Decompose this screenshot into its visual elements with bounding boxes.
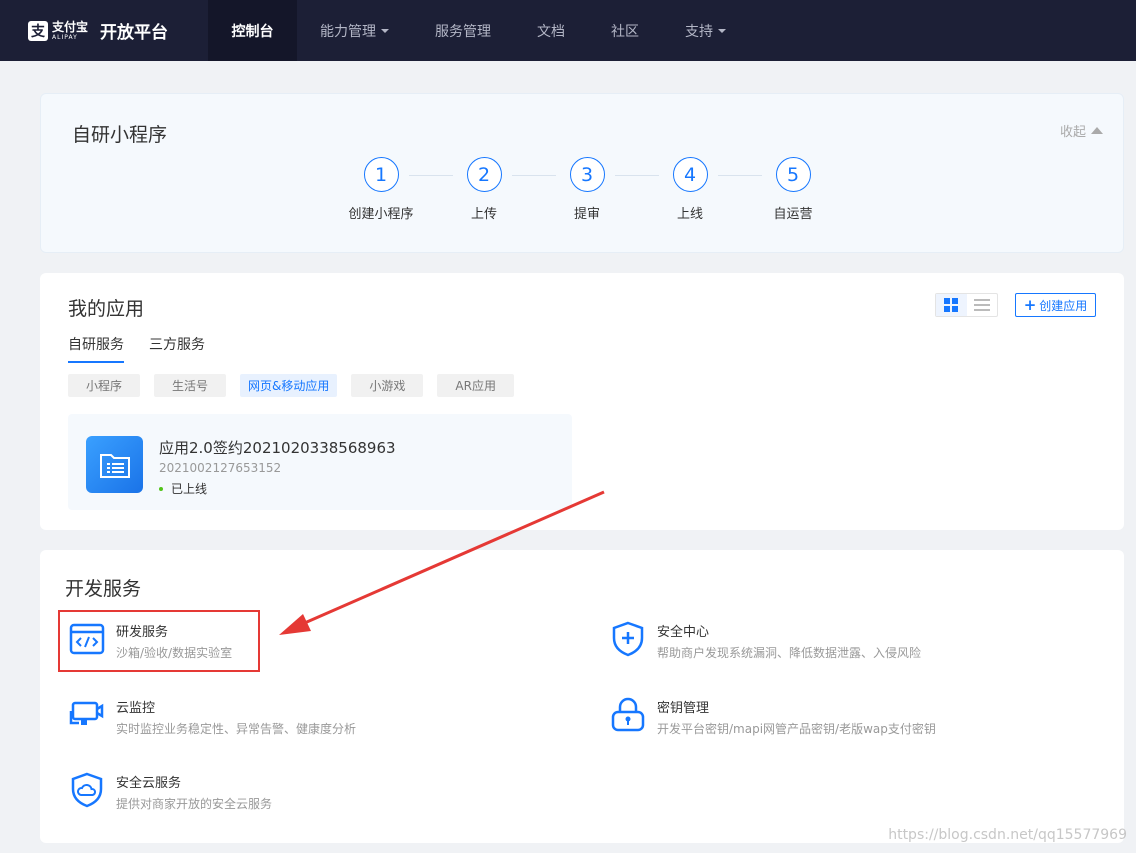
nav-label: 文档 [537,23,565,40]
service-name: 安全云服务 [116,776,182,791]
collapse-label: 收起 [1059,125,1086,140]
nav-label: 控制台 [231,23,274,40]
step-label: 上传 [470,207,497,222]
nav-label: 社区 [611,23,639,40]
nav-label: 服务管理 [435,23,491,40]
filter-mini-game[interactable]: 小游戏 [351,374,424,397]
step-number: 1 [363,157,399,192]
step-create: 1 创建小程序 [336,157,426,222]
collapse-button[interactable]: 收起 [1060,121,1103,140]
service-name: 密钥管理 [657,701,710,716]
nav-item-support[interactable]: 支持 [662,0,749,61]
platform-title: 开放平台 [100,23,169,43]
watermark: https://blog.csdn.net/qq15577969 [888,827,1127,843]
app-card[interactable]: 应用2.0签约2021020338568963 2021002127653152… [68,414,572,510]
grid-view-button[interactable] [936,294,967,316]
my-apps-card: 我的应用 + 创建应用 自研服务 三方服务 小程序 生活号 网页&移动应用 小游… [40,273,1124,530]
shield-plus-icon [612,621,644,657]
grid-icon [944,298,959,312]
step-upload: 2 上传 [439,157,529,222]
step-label: 提审 [573,207,600,222]
app-id: 2021002127653152 [159,461,282,475]
step-number: 4 [672,157,708,192]
mini-program-steps-card: 自研小程序 收起 1 创建小程序 2 上传 3 提审 4 上线 5 自运营 [40,93,1124,253]
shield-cloud-icon [71,772,103,808]
service-desc: 开发平台密钥/mapi网管产品密钥/老版wap支付密钥 [657,722,936,736]
steps-title: 自研小程序 [72,124,168,146]
nav-label: 能力管理 [320,23,376,40]
filter-ar-app[interactable]: AR应用 [437,374,514,397]
nav-item-community[interactable]: 社区 [588,0,662,61]
logo-en: ALIPAY [52,33,78,41]
list-icon [973,299,990,311]
service-key-management[interactable]: 密钥管理 开发平台密钥/mapi网管产品密钥/老版wap支付密钥 [610,697,1010,737]
service-desc: 帮助商户发现系统漏洞、降低数据泄露、入侵风险 [657,646,922,660]
tab-self-developed[interactable]: 自研服务 [68,334,124,363]
create-app-button[interactable]: + 创建应用 [1015,293,1096,317]
nav-label: 支持 [685,23,713,40]
step-number: 5 [775,157,811,192]
create-app-label: 创建应用 [1039,298,1088,313]
app-type-filters: 小程序 生活号 网页&移动应用 小游戏 AR应用 [68,374,528,397]
step-number: 2 [466,157,502,192]
filter-web-mobile[interactable]: 网页&移动应用 [240,374,338,397]
step-label: 创建小程序 [348,207,414,222]
nav-item-console[interactable]: 控制台 [208,0,297,61]
service-name: 云监控 [116,701,156,716]
service-security-center[interactable]: 安全中心 帮助商户发现系统漏洞、降低数据泄露、入侵风险 [610,621,1010,661]
service-name: 安全中心 [657,625,710,640]
step-operate: 5 自运营 [748,157,838,222]
service-desc: 实时监控业务稳定性、异常告警、健康度分析 [116,722,357,736]
list-view-button[interactable] [967,294,998,316]
nav-item-capability[interactable]: 能力管理 [297,0,412,61]
dev-services-card: 开发服务 研发服务 沙箱/验收/数据实验室 安全中心 帮助商户发现系统漏洞、降低… [40,550,1124,843]
plus-icon: + [1023,296,1037,314]
filter-life-account[interactable]: 生活号 [154,374,227,397]
app-name: 应用2.0签约2021020338568963 [159,439,396,457]
service-desc: 提供对商家开放的安全云服务 [116,797,273,811]
nav-item-docs[interactable]: 文档 [514,0,588,61]
step-review: 3 提审 [542,157,632,222]
caret-down-icon [718,28,726,33]
alipay-logo-icon: 支 [28,20,48,41]
app-tabs: 自研服务 三方服务 [68,334,230,363]
app-status: 已上线 [159,480,207,497]
app-folder-icon [86,436,143,493]
caret-up-icon [1091,127,1103,134]
step-online: 4 上线 [645,157,735,222]
apps-title: 我的应用 [68,298,145,320]
status-dot-icon [159,486,163,491]
brand[interactable]: 支 支付宝 ALIPAY 开放平台 [0,0,208,61]
caret-down-icon [381,28,389,33]
service-cloud-monitor[interactable]: 云监控 实时监控业务稳定性、异常告警、健康度分析 [69,697,469,737]
tab-third-party[interactable]: 三方服务 [149,334,205,363]
monitor-camera-icon [69,701,104,725]
nav-item-service-mgmt[interactable]: 服务管理 [412,0,514,61]
step-number: 3 [569,157,605,192]
logo-cn: 支付宝 [52,19,89,34]
lock-icon [611,697,645,732]
alipay-logo-text: 支付宝 ALIPAY [52,21,88,41]
highlight-box [58,610,260,672]
service-security-cloud[interactable]: 安全云服务 提供对商家开放的安全云服务 [69,772,469,812]
step-label: 上线 [676,207,703,222]
view-toggle [935,293,998,317]
filter-mini-program[interactable]: 小程序 [68,374,141,397]
app-status-label: 已上线 [171,482,208,496]
dev-services-title: 开发服务 [65,578,142,600]
step-label: 自运营 [773,207,813,222]
top-nav: 支 支付宝 ALIPAY 开放平台 控制台 能力管理 服务管理 文档 社区 支持 [0,0,1136,61]
